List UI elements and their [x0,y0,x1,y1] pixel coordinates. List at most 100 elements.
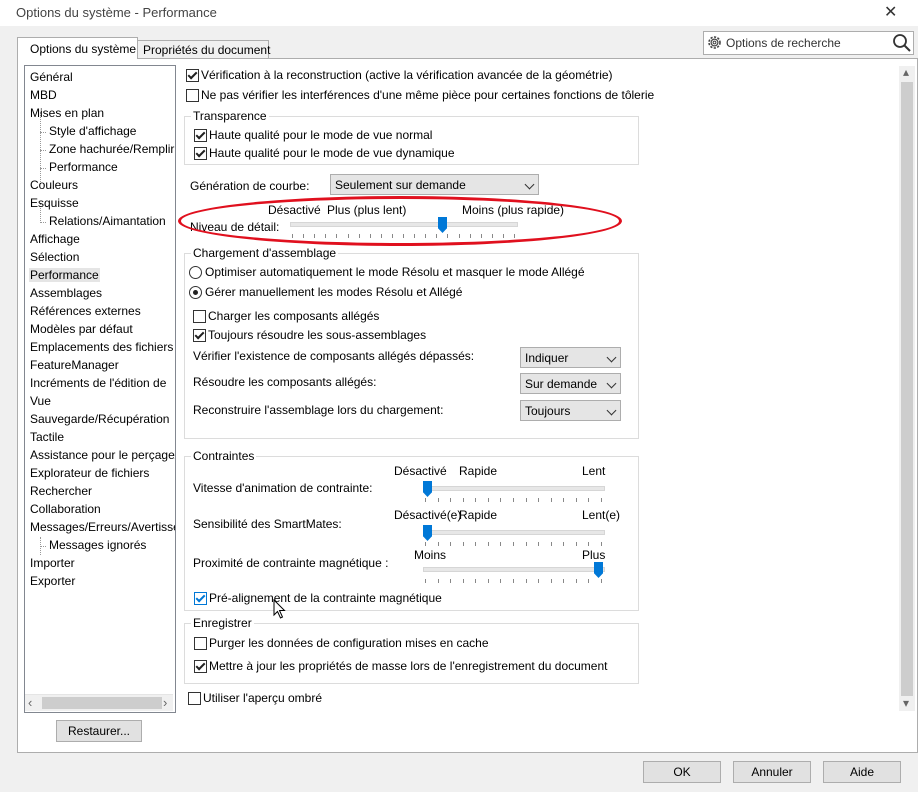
resoudre-value: Sur demande [525,377,598,391]
charger-alleges-checkbox[interactable] [193,310,206,323]
chevron-down-icon [606,352,617,363]
radio-auto-label: Optimiser automatiquement le mode Résolu… [205,265,585,279]
no-interference-label: Ne pas vérifier les interférences d'une … [201,88,655,102]
apercu-checkbox[interactable] [188,692,201,705]
tree-item[interactable]: Style d'affichage [48,124,137,138]
tree-item[interactable]: Assemblages [29,286,103,300]
tab-document-properties[interactable]: Propriétés du document [137,40,271,59]
tree-connector [40,168,46,169]
tree-item[interactable]: Sélection [29,250,80,264]
hq-normal-checkbox[interactable] [194,129,207,142]
scroll-up-icon[interactable]: ▴ [903,65,909,79]
tree-item[interactable]: Collaboration [29,502,102,516]
tree-item[interactable]: Général [29,70,74,84]
proximite-slider-track[interactable] [423,567,605,572]
courbe-label: Génération de courbe: [190,179,310,193]
tree-item[interactable]: Mises en plan [29,106,105,120]
tree-item[interactable]: Rechercher [29,484,93,498]
radio-auto-optimize[interactable] [189,266,202,279]
content-vertical-scrollbar[interactable]: ▴ ▾ [899,65,915,711]
maj-checkbox[interactable] [194,660,207,673]
tree-horizontal-scrollbar[interactable]: ‹ › [25,694,173,711]
help-button[interactable]: Aide [823,761,901,783]
maj-label: Mettre à jour les propriétés de masse lo… [209,659,608,673]
tree-item[interactable]: Esquisse [29,196,80,210]
vitesse-slider-track[interactable] [423,486,605,491]
tree-item[interactable]: Messages/Erreurs/Avertisse [29,520,175,534]
tree-item[interactable]: Performance [29,268,100,282]
tree-item[interactable]: Affichage [29,232,81,246]
tab-label: Propriétés du document [143,43,271,57]
tree-item[interactable]: Références externes [29,304,142,318]
tab-system-options[interactable]: Options du système [17,37,138,59]
tree-item[interactable]: MBD [29,88,58,102]
tree-item[interactable]: Messages ignorés [48,538,147,552]
resoudre-select[interactable]: Sur demande [520,373,621,394]
ok-button[interactable]: OK [643,761,721,783]
tree-connector [40,132,46,133]
vitesse-l3: Lent [582,464,606,478]
title-bar: Options du système - Performance ✕ [0,0,918,26]
tree-item[interactable]: Assistance pour le perçage/ [29,448,175,462]
reconstruire-select[interactable]: Toujours [520,400,621,421]
smartmates-slider-track[interactable] [423,530,605,535]
proximite-l3: Plus [582,548,606,562]
no-interference-checkbox[interactable] [186,89,199,102]
verif-label: Vérifier l'existence de composants allég… [193,349,475,363]
resoudre-sous-checkbox[interactable] [193,329,206,342]
scroll-left-icon[interactable]: ‹ [28,695,32,710]
tree-item[interactable]: Relations/Aimantation [48,214,167,228]
search-options-field[interactable]: Options de recherche [703,31,914,55]
window-title: Options du système - Performance [16,5,217,20]
radio-manual-manage[interactable] [189,286,202,299]
tree-item[interactable]: Vue [29,394,52,408]
proximite-label: Proximité de contrainte magnétique : [193,556,389,570]
mouse-cursor-icon [273,599,286,619]
tree-item[interactable]: Modèles par défaut [29,322,134,336]
close-icon[interactable]: ✕ [884,2,897,22]
scroll-right-icon[interactable]: › [163,695,167,710]
vitesse-l2: Rapide [459,464,498,478]
smartmates-l3: Lent(e) [582,508,621,522]
transparence-title: Transparence [191,109,269,123]
scroll-thumb[interactable] [42,697,162,709]
courbe-value: Seulement sur demande [335,178,466,192]
scroll-thumb[interactable] [901,82,913,696]
cancel-button[interactable]: Annuler [733,761,811,783]
gear-icon [708,36,721,49]
tree-connector [40,150,46,151]
hq-dynamic-label: Haute qualité pour le mode de vue dynami… [209,146,455,160]
search-icon[interactable] [892,33,911,52]
tree-item[interactable]: Performance [48,160,119,174]
verif-reconstruction-checkbox[interactable] [186,69,199,82]
tree-item[interactable]: FeatureManager [29,358,120,372]
tree-item[interactable]: Tactile [29,430,65,444]
tree-item[interactable]: Emplacements des fichiers [29,340,174,354]
hq-dynamic-checkbox[interactable] [194,147,207,160]
scroll-down-icon[interactable]: ▾ [903,696,909,710]
tree-item[interactable]: Explorateur de fichiers [29,466,150,480]
purger-checkbox[interactable] [194,637,207,650]
tree-item[interactable]: Incréments de l'édition de [29,376,167,390]
reconstruire-value: Toujours [525,404,571,418]
proximite-slider-ticks [425,579,602,583]
highlight-annotation [178,196,622,246]
search-label: Options de recherche [726,36,841,50]
tree-item[interactable]: Exporter [29,574,76,588]
restore-button[interactable]: Restaurer... [56,720,142,742]
smartmates-label: Sensibilité des SmartMates: [193,517,342,531]
courbe-select[interactable]: Seulement sur demande [330,174,539,195]
vitesse-l1: Désactivé [394,464,447,478]
contraintes-title: Contraintes [191,449,257,463]
tab-label: Options du système [30,42,137,56]
tree-item[interactable]: Couleurs [29,178,79,192]
verif-select[interactable]: Indiquer [520,347,621,368]
tree-item[interactable]: Sauvegarde/Récupération [29,412,170,426]
tree-item[interactable]: Importer [29,556,76,570]
smartmates-slider-ticks [425,542,602,546]
tree-item[interactable]: Zone hachurée/Remplir [48,142,175,156]
smartmates-l2: Rapide [459,508,498,522]
reconstruire-label: Reconstruire l'assemblage lors du charge… [193,403,444,417]
options-tree: Général MBD Mises en plan Style d'affichage… [24,65,176,713]
prealignement-checkbox[interactable] [194,592,207,605]
